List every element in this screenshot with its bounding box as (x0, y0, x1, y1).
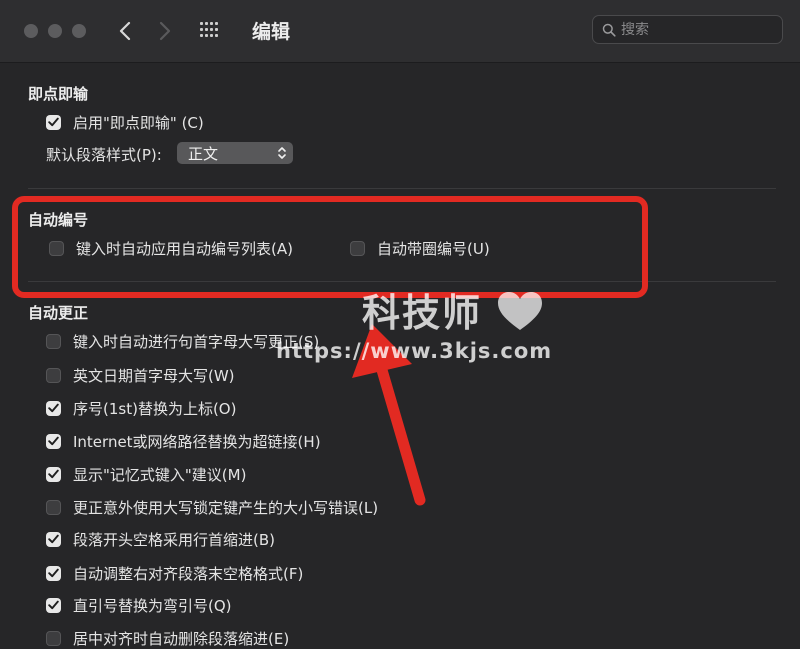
autocorrect-option-label: 居中对齐时自动删除段落缩进(E) (73, 629, 290, 648)
autocorrect-option-label: 自动调整右对齐段落末空格格式(F) (73, 564, 304, 583)
autocorrect-option-checkbox[interactable] (46, 400, 61, 416)
autocorrect-option-row[interactable]: 英文日期首字母大写(W) (46, 364, 235, 386)
checkmark-icon (48, 534, 59, 544)
autocorrect-option-row[interactable]: 显示"记忆式键入"建议(M) (46, 463, 246, 485)
checkmark-icon (48, 403, 59, 413)
autocorrect-option-checkbox[interactable] (46, 565, 61, 581)
autocorrect-option-row[interactable]: Internet或网络路径替换为超链接(H) (46, 430, 321, 452)
enable-instant-label: 启用"即点即输" (C) (73, 113, 204, 132)
checkmark-icon (48, 436, 59, 446)
autocorrect-option-label: 段落开头空格采用行首缩进(B) (73, 530, 275, 549)
section-title-autocorrect: 自动更正 (28, 304, 89, 322)
window-title: 编辑 (252, 21, 291, 43)
autocorrect-option-checkbox[interactable] (46, 333, 61, 349)
close-window-button[interactable] (24, 24, 38, 38)
heart-icon (498, 292, 542, 330)
autocorrect-option-checkbox[interactable] (46, 433, 61, 449)
checkmark-icon (48, 600, 59, 610)
minimize-window-button[interactable] (48, 24, 62, 38)
checkmark-icon (48, 117, 59, 127)
chevron-left-icon (119, 21, 131, 41)
section-title-instant: 即点即输 (28, 85, 89, 103)
section-divider (28, 188, 776, 189)
back-button[interactable] (113, 18, 137, 44)
autocorrect-option-checkbox[interactable] (46, 466, 61, 482)
autocorrect-option-row[interactable]: 自动调整右对齐段落末空格格式(F) (46, 562, 303, 584)
autocorrect-option-checkbox[interactable] (46, 499, 61, 515)
default-style-label: 默认段落样式(P): (46, 146, 162, 164)
autocorrect-option-row[interactable]: 直引号替换为弯引号(Q) (46, 594, 232, 616)
search-field[interactable] (592, 15, 783, 44)
autocorrect-option-checkbox[interactable] (46, 630, 61, 646)
forward-button[interactable] (153, 18, 177, 44)
autocorrect-option-label: 更正意外使用大写锁定键产生的大小写错误(L) (73, 498, 379, 517)
window-toolbar: 编辑 (0, 0, 800, 63)
zoom-window-button[interactable] (72, 24, 86, 38)
autocorrect-option-label: 直引号替换为弯引号(Q) (73, 596, 232, 615)
checkmark-icon (48, 469, 59, 479)
chevron-right-icon (159, 21, 171, 41)
watermark-url: https://www.3kjs.com (276, 339, 553, 363)
autocorrect-option-checkbox[interactable] (46, 531, 61, 547)
search-input[interactable] (621, 19, 771, 40)
updown-chevron-icon (278, 147, 286, 159)
checkmark-icon (48, 568, 59, 578)
enable-instant-row[interactable]: 启用"即点即输" (C) (46, 111, 204, 133)
default-style-value: 正文 (188, 145, 219, 163)
watermark-title: 科技师 (362, 291, 483, 335)
search-icon (602, 23, 616, 37)
autocorrect-option-row[interactable]: 序号(1st)替换为上标(O) (46, 397, 236, 419)
annotation-highlight-box (12, 196, 648, 298)
show-all-grid-icon[interactable] (200, 22, 224, 40)
autocorrect-option-label: Internet或网络路径替换为超链接(H) (73, 432, 321, 451)
autocorrect-option-label: 显示"记忆式键入"建议(M) (73, 465, 247, 484)
default-style-popup[interactable]: 正文 (177, 142, 293, 164)
autocorrect-option-label: 序号(1st)替换为上标(O) (73, 399, 237, 418)
autocorrect-option-row[interactable]: 居中对齐时自动删除段落缩进(E) (46, 627, 289, 649)
autocorrect-option-checkbox[interactable] (46, 597, 61, 613)
autocorrect-option-checkbox[interactable] (46, 367, 61, 383)
autocorrect-option-row[interactable]: 段落开头空格采用行首缩进(B) (46, 528, 275, 550)
autocorrect-option-row[interactable]: 更正意外使用大写锁定键产生的大小写错误(L) (46, 496, 378, 518)
autocorrect-option-label: 英文日期首字母大写(W) (73, 366, 235, 385)
enable-instant-checkbox[interactable] (46, 114, 61, 130)
